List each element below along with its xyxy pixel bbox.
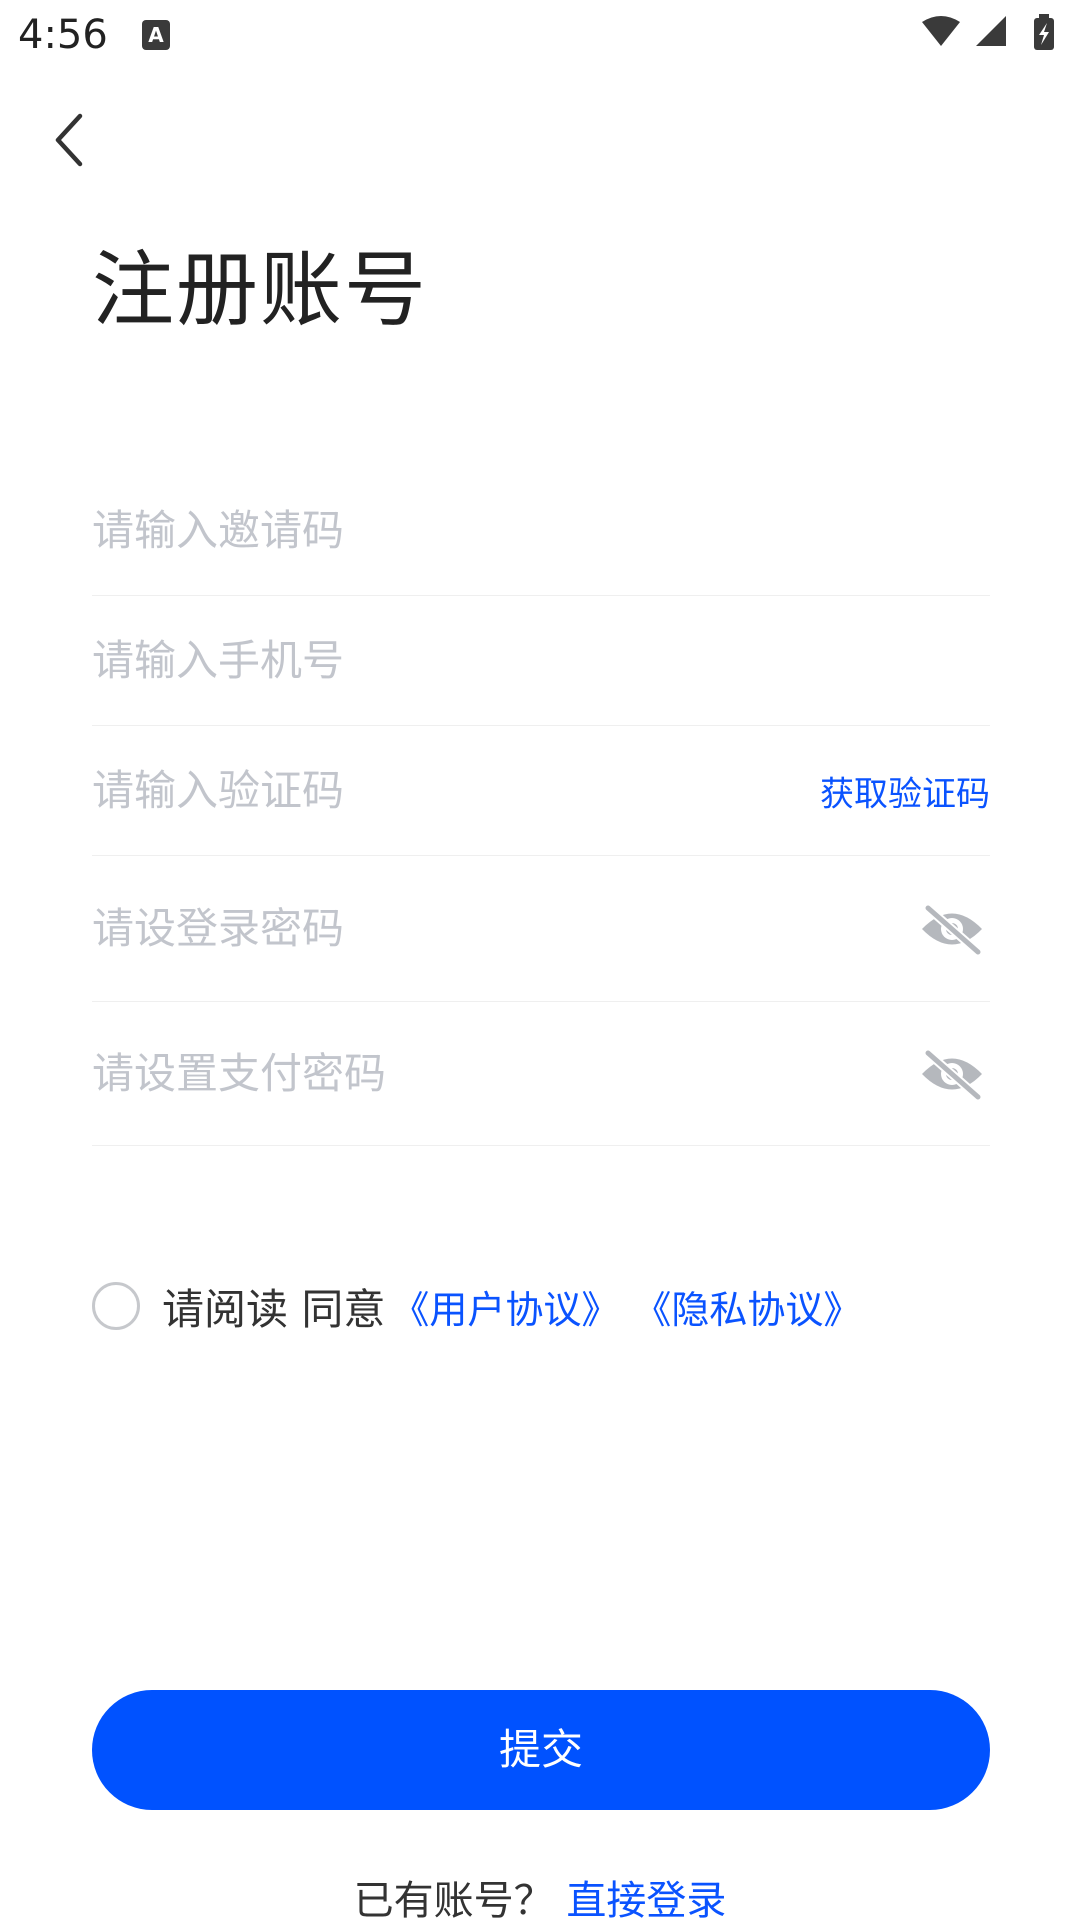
login-password-visibility-toggle[interactable] bbox=[920, 902, 984, 956]
eye-hidden-icon bbox=[922, 1048, 983, 1101]
agreement-prefix: 请阅读 同意 bbox=[162, 1284, 386, 1334]
status-bar: 4:56 A bbox=[0, 0, 1080, 72]
invite-code-row bbox=[92, 466, 990, 596]
agreement-checkbox[interactable] bbox=[92, 1282, 140, 1330]
status-icons bbox=[922, 14, 1062, 58]
login-prompt-row: 已有账号？ 直接登录 bbox=[0, 1868, 1080, 1920]
login-prompt-text: 已有账号？ bbox=[353, 1878, 554, 1920]
wifi-icon bbox=[922, 16, 960, 46]
pay-password-visibility-toggle[interactable] bbox=[920, 1047, 984, 1101]
page-title: 注册账号 bbox=[92, 243, 429, 338]
eye-hidden-icon bbox=[922, 903, 983, 956]
battery-charging-icon bbox=[1034, 14, 1054, 50]
register-screen: 4:56 A 注册账号 获取验证码 bbox=[0, 0, 1080, 1920]
submit-button[interactable]: 提交 bbox=[92, 1690, 990, 1810]
status-icons-svg bbox=[922, 14, 1054, 50]
pay-password-row bbox=[92, 1002, 990, 1146]
user-agreement-link[interactable]: 《用户协议》 bbox=[391, 1279, 619, 1334]
privacy-policy-link[interactable]: 《隐私协议》 bbox=[633, 1279, 861, 1334]
chevron-left-icon bbox=[55, 113, 83, 167]
sms-code-input[interactable] bbox=[92, 726, 732, 855]
agreement-row: 请阅读 同意 《用户协议》 《隐私协议》 bbox=[92, 1276, 861, 1336]
status-time: 4:56 bbox=[18, 12, 108, 58]
pay-password-input[interactable] bbox=[92, 1002, 732, 1145]
back-button[interactable] bbox=[38, 100, 102, 180]
phone-input[interactable] bbox=[92, 596, 732, 725]
get-sms-code-button[interactable]: 获取验证码 bbox=[820, 766, 990, 815]
invite-code-input[interactable] bbox=[92, 466, 732, 595]
login-password-row bbox=[92, 856, 990, 1002]
cellular-signal-icon bbox=[976, 16, 1006, 46]
notification-a-icon: A bbox=[142, 20, 170, 50]
sms-code-row: 获取验证码 bbox=[92, 726, 990, 856]
phone-row bbox=[92, 596, 990, 726]
login-password-input[interactable] bbox=[92, 856, 732, 1001]
direct-login-link[interactable]: 直接登录 bbox=[566, 1878, 726, 1920]
